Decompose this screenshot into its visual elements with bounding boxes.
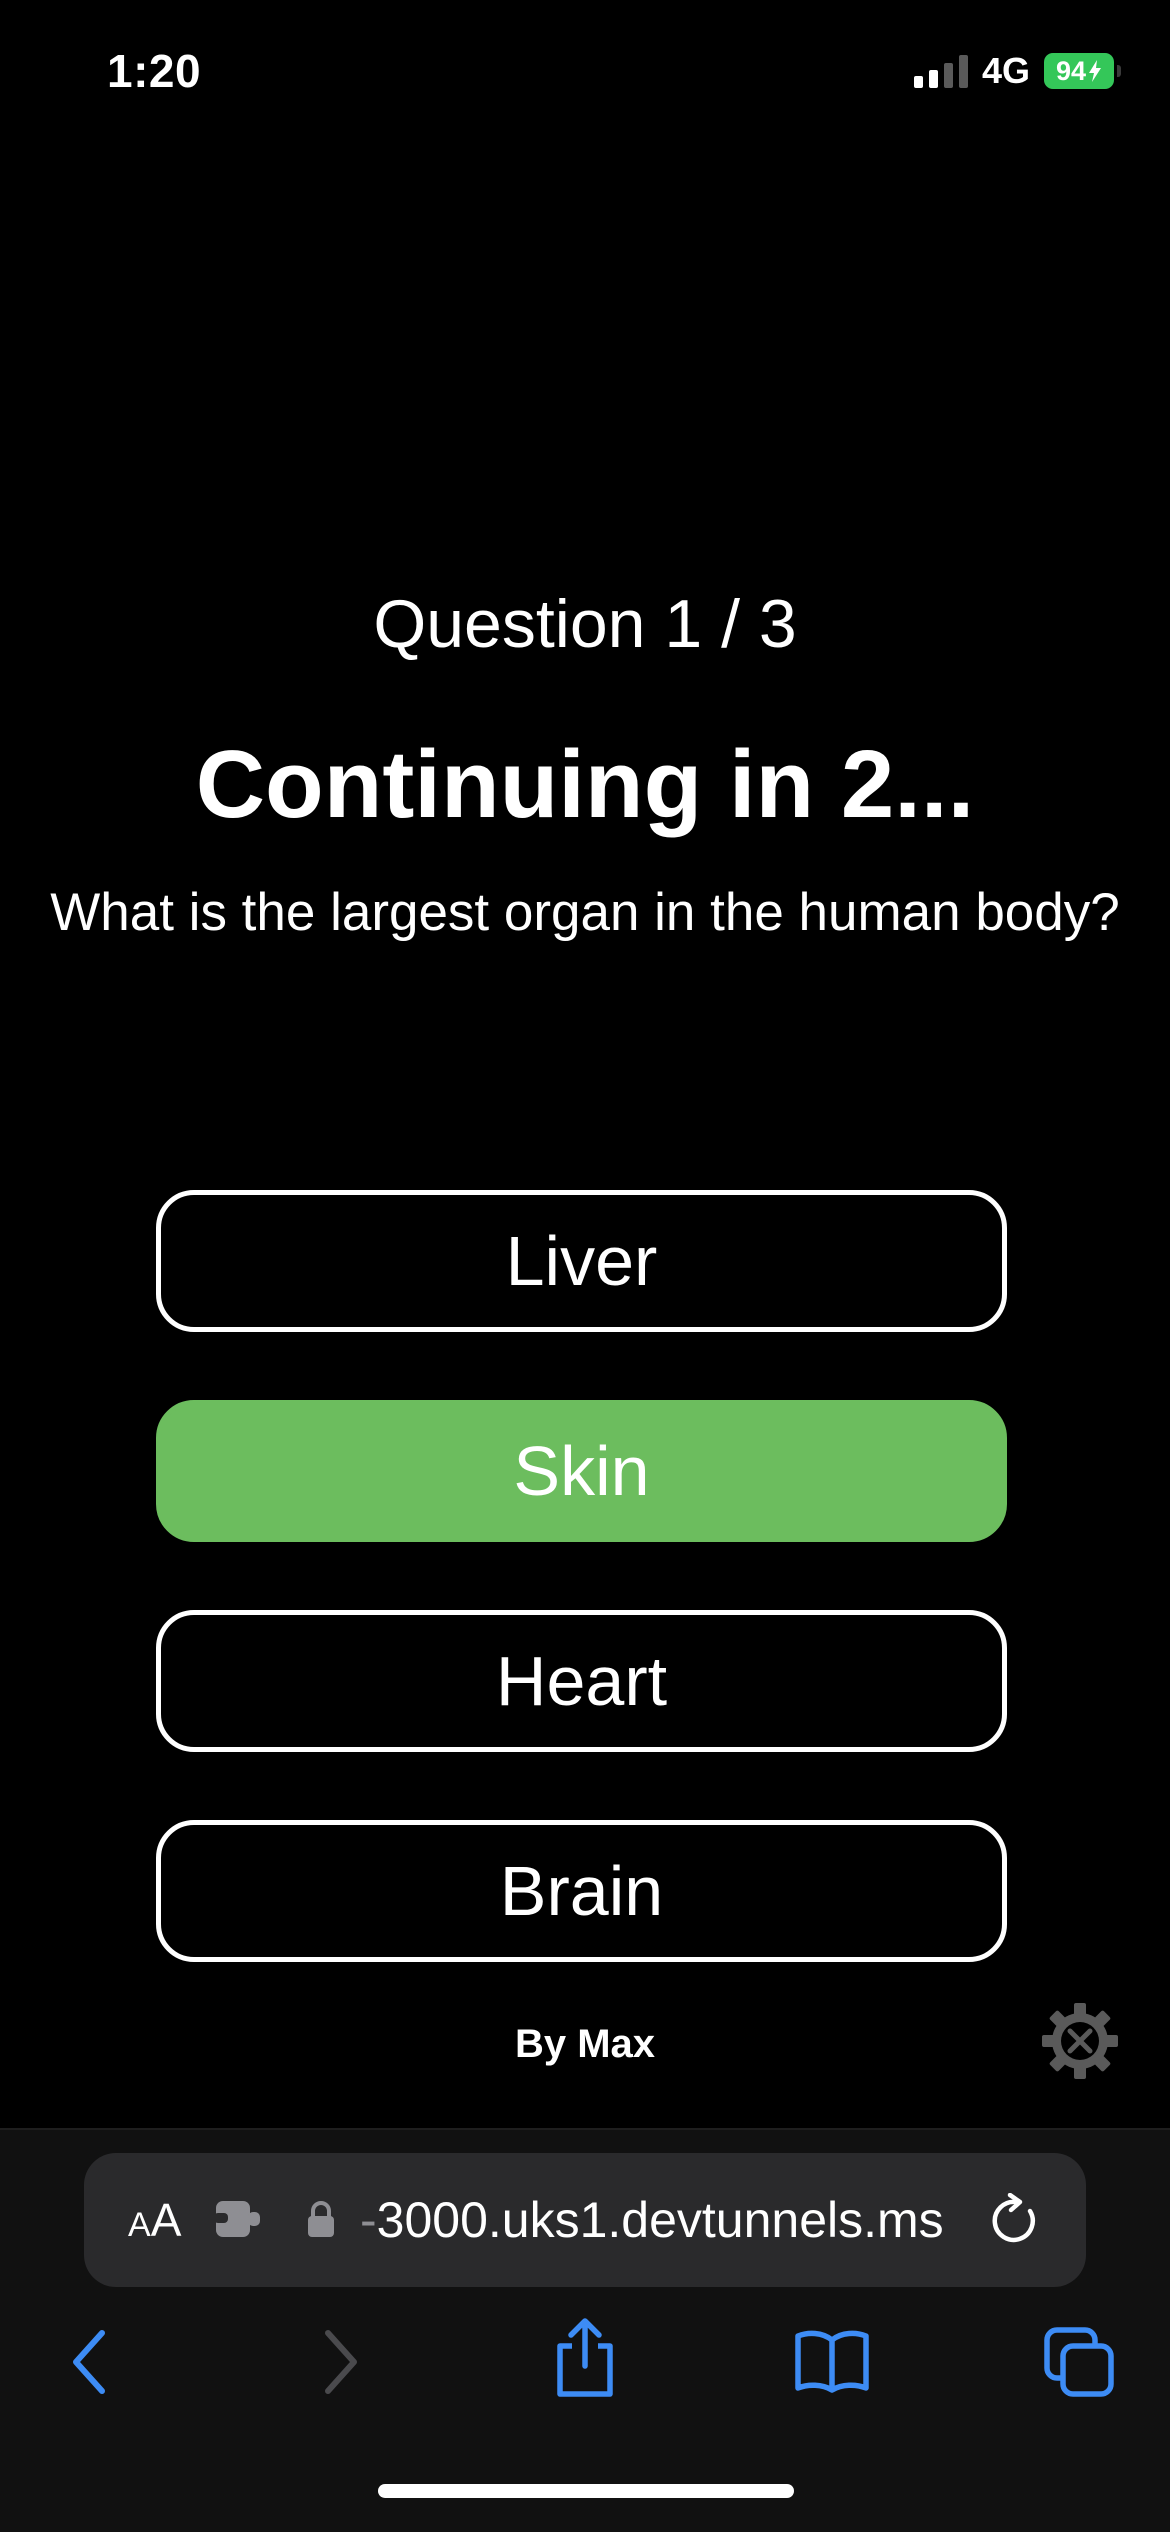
tabs-icon[interactable] bbox=[1043, 2326, 1117, 2398]
address-bar[interactable]: AA -3000.uks1.devtunnels.ms bbox=[84, 2153, 1086, 2287]
answer-label: Heart bbox=[495, 1642, 668, 1720]
battery-icon: 94 bbox=[1044, 53, 1121, 89]
answer-button-skin[interactable]: Skin bbox=[156, 1400, 1007, 1542]
answer-button-heart[interactable]: Heart bbox=[156, 1610, 1007, 1752]
text-size-button[interactable]: AA bbox=[128, 2193, 181, 2247]
forward-icon[interactable] bbox=[314, 2325, 366, 2399]
status-time: 1:20 bbox=[107, 45, 202, 97]
extension-icon[interactable] bbox=[214, 2197, 264, 2241]
bookmarks-icon[interactable] bbox=[794, 2328, 870, 2394]
question-counter: Question 1 / 3 bbox=[373, 586, 797, 662]
status-indicators: 4G 94 bbox=[913, 50, 1121, 92]
question-text: What is the largest organ in the human b… bbox=[50, 883, 1120, 942]
back-icon[interactable] bbox=[64, 2325, 116, 2399]
screen: 1:20 4G 94 Question 1 / 3 Continuing in … bbox=[0, 0, 1170, 2532]
share-icon[interactable] bbox=[550, 2318, 620, 2398]
network-type: 4G bbox=[981, 50, 1030, 91]
battery-level: 94 bbox=[1055, 55, 1087, 86]
signal-icon bbox=[913, 54, 968, 88]
answer-label: Liver bbox=[505, 1222, 658, 1300]
url-text: -3000.uks1.devtunnels.ms bbox=[360, 2192, 944, 2248]
answer-button-brain[interactable]: Brain bbox=[156, 1820, 1007, 1962]
author-byline: By Max bbox=[514, 2022, 656, 2066]
lock-icon bbox=[308, 2201, 334, 2237]
charging-bolt-icon bbox=[1089, 60, 1102, 82]
url-value: 3000.uks1.devtunnels.ms bbox=[376, 2192, 944, 2248]
settings-gear-icon[interactable] bbox=[1040, 2001, 1120, 2081]
reload-icon[interactable] bbox=[990, 2193, 1042, 2247]
answer-label: Brain bbox=[499, 1852, 664, 1930]
countdown-heading: Continuing in 2... bbox=[195, 731, 975, 838]
home-indicator[interactable] bbox=[378, 2484, 794, 2498]
answer-label: Skin bbox=[513, 1432, 650, 1510]
answer-button-liver[interactable]: Liver bbox=[156, 1190, 1007, 1332]
